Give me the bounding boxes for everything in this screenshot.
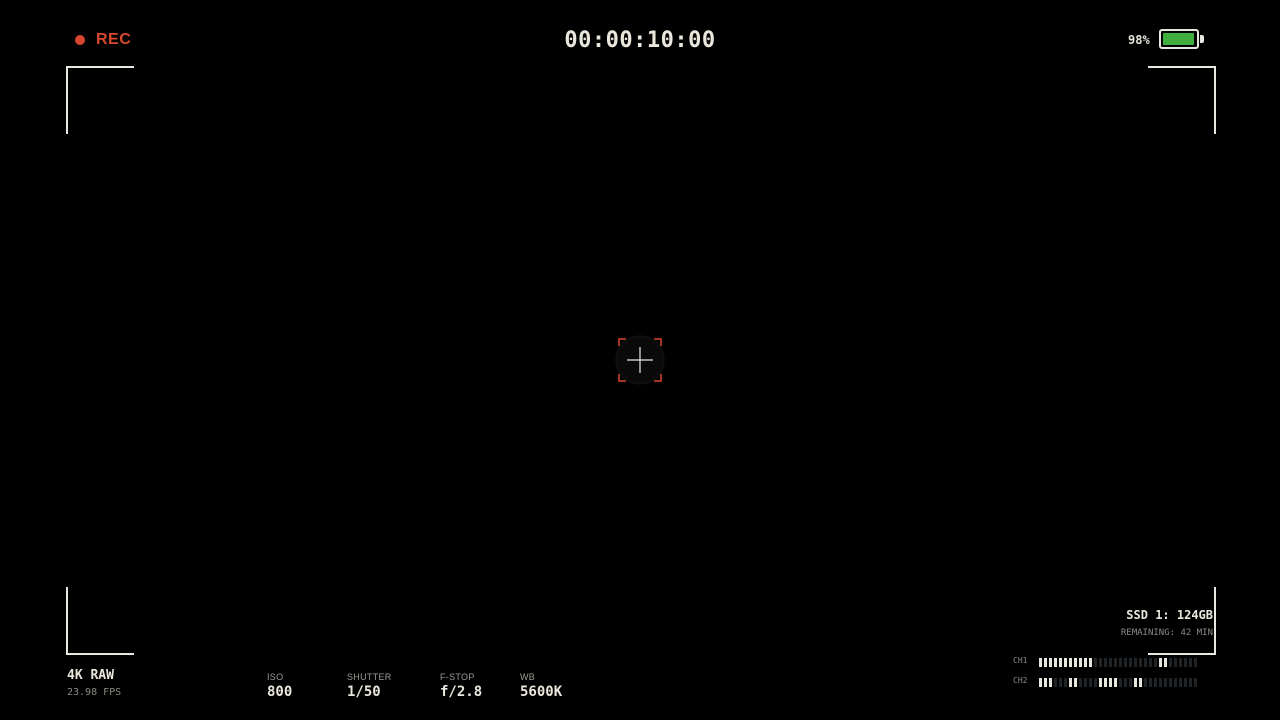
audio-meter-segment [1079, 678, 1082, 687]
audio-meter-segment [1169, 678, 1172, 687]
audio-meter-segment [1099, 678, 1102, 687]
fstop-label: F-STOP [440, 672, 475, 682]
audio-channel-1-label: CH1 [1013, 656, 1028, 665]
audio-meter-segment [1089, 678, 1092, 687]
shutter-label: SHUTTER [347, 672, 392, 682]
audio-meter-segment [1164, 678, 1167, 687]
audio-meter-segment [1039, 658, 1042, 667]
audio-meter-segment [1059, 658, 1062, 667]
audio-meter-segment [1149, 678, 1152, 687]
audio-meter-segment [1109, 658, 1112, 667]
focus-reticle-icon[interactable] [615, 335, 665, 385]
audio-channel-2-label: CH2 [1013, 676, 1028, 685]
audio-meter-segment [1074, 678, 1077, 687]
frame-corner-bottom-left [66, 587, 134, 655]
audio-meter-segment [1064, 678, 1067, 687]
audio-meter-ch1 [1039, 658, 1209, 667]
iso-value[interactable]: 800 [267, 684, 292, 700]
audio-meter-segment [1084, 658, 1087, 667]
audio-meter-segment [1154, 658, 1157, 667]
audio-meter-segment [1154, 678, 1157, 687]
audio-meter-segment [1119, 658, 1122, 667]
audio-meter-segment [1174, 658, 1177, 667]
audio-meter-segment [1074, 658, 1077, 667]
audio-meter-segment [1054, 658, 1057, 667]
audio-meter-segment [1084, 678, 1087, 687]
audio-meter-segment [1139, 678, 1142, 687]
frame-rate: 23.98 FPS [67, 687, 122, 698]
audio-meter-segment [1069, 678, 1072, 687]
audio-meter-segment [1069, 658, 1072, 667]
audio-meter-segment [1094, 678, 1097, 687]
audio-meter-segment [1124, 678, 1127, 687]
audio-meter-segment [1179, 658, 1182, 667]
battery-percent: 98% [1128, 33, 1150, 47]
audio-meter-segment [1179, 678, 1182, 687]
audio-meter-segment [1184, 678, 1187, 687]
audio-meter-segment [1054, 678, 1057, 687]
audio-meter-segment [1104, 678, 1107, 687]
audio-meter-segment [1184, 658, 1187, 667]
audio-meter-segment [1174, 678, 1177, 687]
audio-meter-segment [1109, 678, 1112, 687]
media-capacity: SSD 1: 124GB [1126, 608, 1213, 622]
frame-corner-top-right [1148, 66, 1216, 134]
audio-meter-segment [1134, 658, 1137, 667]
audio-meter-segment [1189, 658, 1192, 667]
frame-corner-top-left [66, 66, 134, 134]
audio-meter-segment [1059, 678, 1062, 687]
audio-meter-segment [1159, 678, 1162, 687]
shutter-value[interactable]: 1/50 [347, 684, 381, 700]
audio-meter-ch2 [1039, 678, 1209, 687]
audio-meter-segment [1144, 678, 1147, 687]
audio-meter-segment [1144, 658, 1147, 667]
fstop-value[interactable]: f/2.8 [440, 684, 482, 700]
audio-meter-segment [1159, 658, 1162, 667]
audio-meter-segment [1124, 658, 1127, 667]
audio-meter-segment [1039, 678, 1042, 687]
audio-meter-segment [1114, 658, 1117, 667]
audio-meter-segment [1134, 678, 1137, 687]
remaining-time: REMAINING: 42 MIN [1120, 628, 1213, 638]
timecode: 00:00:10:00 [564, 28, 716, 53]
audio-meter-segment [1079, 658, 1082, 667]
audio-meter-segment [1119, 678, 1122, 687]
battery-icon [1159, 29, 1199, 49]
audio-meter-segment [1104, 658, 1107, 667]
audio-meter-segment [1149, 658, 1152, 667]
audio-meter-segment [1049, 678, 1052, 687]
audio-meter-segment [1064, 658, 1067, 667]
audio-meter-segment [1164, 658, 1167, 667]
audio-meter-segment [1099, 658, 1102, 667]
iso-label: ISO [267, 672, 284, 682]
wb-value[interactable]: 5600K [520, 684, 562, 700]
audio-meter-segment [1189, 678, 1192, 687]
audio-meter-segment [1129, 678, 1132, 687]
audio-meter-segment [1129, 658, 1132, 667]
battery-level-fill [1163, 33, 1195, 45]
audio-meter-segment [1049, 658, 1052, 667]
audio-meter-segment [1044, 678, 1047, 687]
audio-meter-segment [1194, 658, 1197, 667]
audio-meter-segment [1089, 658, 1092, 667]
audio-meter-segment [1114, 678, 1117, 687]
audio-meter-segment [1169, 658, 1172, 667]
wb-label: WB [520, 672, 536, 682]
battery-terminal [1200, 35, 1204, 43]
audio-meter-segment [1094, 658, 1097, 667]
audio-meter-segment [1044, 658, 1047, 667]
recording-format: 4K RAW [67, 668, 114, 683]
audio-meter-segment [1194, 678, 1197, 687]
audio-meter-segment [1139, 658, 1142, 667]
